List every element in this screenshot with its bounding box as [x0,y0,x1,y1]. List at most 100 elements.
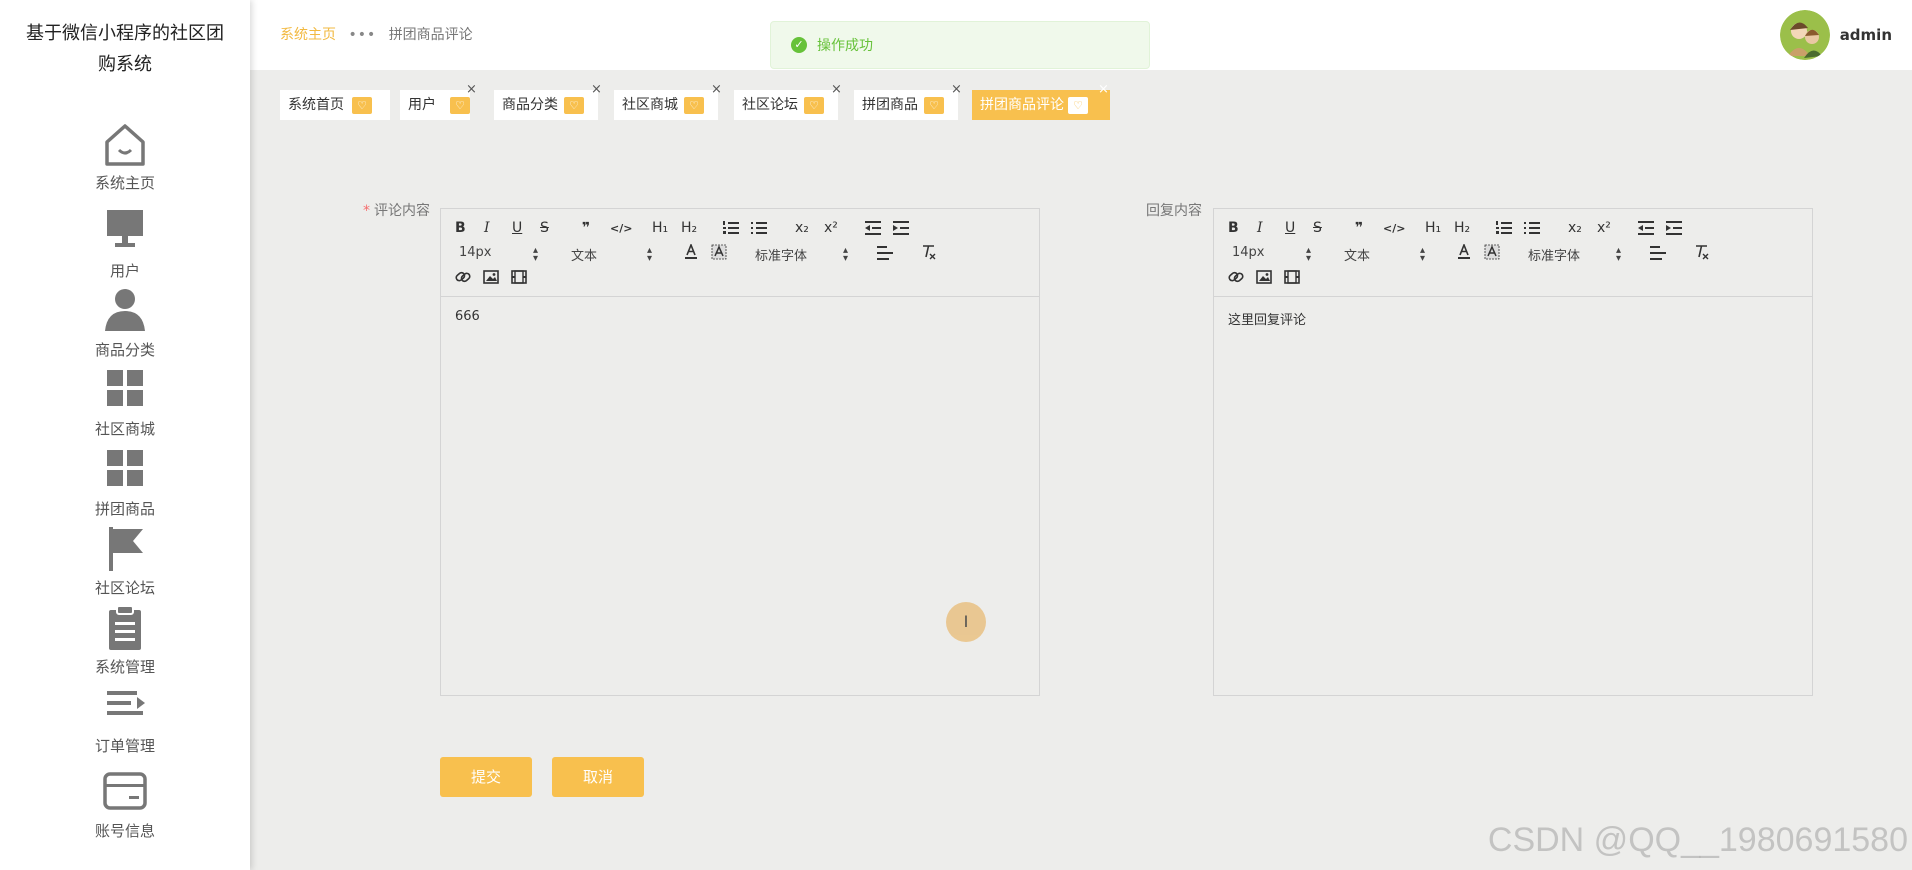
select-arrows-icon: ▴ ▾ [1616,245,1622,264]
heart-icon: ♡ [1068,97,1088,114]
sidebar: 基于微信小程序的社区团购系统 系统主页 用户 商品分类 社区商城 拼团商品 社区… [0,0,250,870]
close-icon[interactable]: × [466,83,477,97]
superscript-button[interactable]: x² [824,220,838,236]
cancel-button[interactable]: 取消 [552,757,644,797]
select-arrows-icon: ▴ ▾ [1420,245,1426,264]
subscript-button[interactable]: x₂ [795,220,809,236]
tab-category[interactable]: 商品分类 ♡ × [494,83,602,120]
close-icon[interactable]: × [711,83,722,97]
italic-button[interactable]: I [1257,220,1263,236]
strike-button[interactable]: S [1313,220,1322,236]
submit-button[interactable]: 提交 [440,757,532,797]
sidebar-item-label: 商品分类 [94,341,155,359]
font-size-select[interactable]: 14px [1232,245,1265,260]
font-color-icon[interactable] [1457,244,1471,260]
ordered-list-icon[interactable] [723,221,739,235]
tab-group-goods-comment[interactable]: 拼团商品评论 ♡ × [972,83,1110,120]
comment-content[interactable]: 666 [455,309,480,324]
font-family-select[interactable]: 标准字体 [755,245,807,264]
strike-button[interactable]: S [540,220,549,236]
tab-mall[interactable]: 社区商城 ♡ × [614,83,722,120]
bold-button[interactable]: B [1228,220,1239,236]
subscript-button[interactable]: x₂ [1568,220,1582,236]
breadcrumb-home[interactable]: 系统主页 [280,27,336,43]
avatar[interactable] [1779,10,1830,60]
flag-icon [109,527,143,571]
reply-content[interactable]: 这里回复评论 [1228,309,1306,328]
home-icon [105,124,145,166]
underline-button[interactable]: U [512,220,522,236]
sidebar-item-group-goods[interactable]: 拼团商品 [0,446,250,519]
font-color-icon[interactable] [684,244,698,260]
background-color-icon[interactable] [1484,244,1500,260]
select-arrows-icon: ▴ ▾ [843,245,849,264]
underline-button[interactable]: U [1285,220,1295,236]
clear-format-icon[interactable] [1694,244,1710,260]
font-size-select[interactable]: 14px [459,245,492,260]
select-arrows-icon: ▴ ▾ [1306,245,1312,264]
sidebar-item-system[interactable]: 系统管理 [0,604,250,677]
tab-label: 社区商城 [622,97,678,113]
close-icon[interactable]: × [591,83,602,97]
user-menu[interactable]: admin [1779,10,1892,60]
font-family-select[interactable]: 标准字体 [1528,245,1580,264]
sidebar-item-label: 系统管理 [94,658,155,676]
paragraph-select[interactable]: 文本 [571,245,597,264]
header-2-button[interactable]: H₂ [1454,220,1470,236]
sidebar-item-account[interactable]: 账号信息 [0,768,250,841]
outdent-icon[interactable] [865,221,881,235]
superscript-button[interactable]: x² [1597,220,1611,236]
code-block-button[interactable]: </> [1383,221,1405,237]
indent-icon[interactable] [1666,221,1682,235]
link-icon[interactable] [455,269,471,285]
bold-button[interactable]: B [455,220,466,236]
sidebar-item-label: 订单管理 [94,737,155,755]
indent-icon[interactable] [893,221,909,235]
italic-button[interactable]: I [484,220,490,236]
align-left-icon[interactable] [877,246,893,260]
header-1-button[interactable]: H₁ [652,220,668,236]
header-1-button[interactable]: H₁ [1425,220,1441,236]
image-icon[interactable] [1256,270,1272,284]
bullet-list-icon[interactable] [751,221,767,235]
align-left-icon[interactable] [1650,246,1666,260]
tab-label: 拼团商品评论 [980,97,1064,113]
ordered-list-icon[interactable] [1496,221,1512,235]
tab-forum[interactable]: 社区论坛 ♡ × [734,83,842,120]
tab-home[interactable]: 系统首页 ♡ [280,90,390,120]
sidebar-item-label: 系统主页 [94,174,155,192]
link-icon[interactable] [1228,269,1244,285]
heart-icon: ♡ [352,97,372,114]
background-color-icon[interactable] [711,244,727,260]
system-title: 基于微信小程序的社区团购系统 [26,23,224,75]
code-block-button[interactable]: </> [610,221,632,237]
editor-toolbar: B I U S ❞ </> H₁ H₂ x₂ x² 14px ▴ ▾ 文本 ▴ ▾ [1214,209,1812,297]
header-2-button[interactable]: H₂ [681,220,697,236]
outdent-icon[interactable] [1638,221,1654,235]
breadcrumb: 系统主页 ••• 拼团商品评论 [280,24,473,44]
bullet-list-icon[interactable] [1524,221,1540,235]
clear-format-icon[interactable] [921,244,937,260]
sidebar-item-label: 社区论坛 [94,579,155,597]
video-icon[interactable] [511,270,527,284]
comment-label: * 评论内容 [363,203,430,219]
paragraph-select[interactable]: 文本 [1344,245,1370,264]
sidebar-item-user[interactable]: 用户 [0,208,250,281]
sidebar-item-forum[interactable]: 社区论坛 [0,525,250,598]
username: admin [1839,26,1892,44]
sidebar-item-orders[interactable]: 订单管理 [0,683,250,756]
close-icon[interactable]: × [951,83,962,97]
close-icon[interactable]: × [831,83,842,97]
breadcrumb-current: 拼团商品评论 [388,27,473,43]
sidebar-item-mall[interactable]: 社区商城 [0,366,250,439]
tab-user[interactable]: 用户 ♡ × [400,83,477,120]
sidebar-item-category[interactable]: 商品分类 [0,287,250,360]
blockquote-button[interactable]: ❞ [582,220,590,236]
close-icon[interactable]: × [1098,83,1109,97]
image-icon[interactable] [483,270,499,284]
reply-editor[interactable]: B I U S ❞ </> H₁ H₂ x₂ x² 14px ▴ ▾ 文本 ▴ ▾ [1213,208,1813,696]
tab-group-goods[interactable]: 拼团商品 ♡ × [854,83,962,120]
video-icon[interactable] [1284,270,1300,284]
sidebar-item-home[interactable]: 系统主页 [0,120,250,193]
blockquote-button[interactable]: ❞ [1355,220,1363,236]
